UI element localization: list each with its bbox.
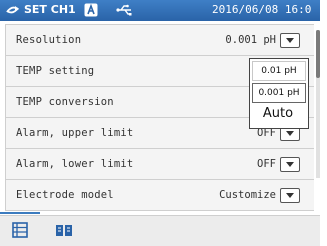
resolution-dropdown-menu: 0.01 pH 0.001 pH Auto xyxy=(249,58,309,129)
setting-value: Customize xyxy=(219,189,276,201)
list-menu-icon[interactable] xyxy=(12,222,28,238)
dropdown-button[interactable] xyxy=(280,33,300,48)
dropdown-option-selected[interactable]: 0.001 pH xyxy=(252,83,306,103)
callout-line xyxy=(0,212,40,214)
usb-icon xyxy=(116,4,132,16)
scrollbar-thumb[interactable] xyxy=(316,30,320,78)
setting-value: OFF xyxy=(257,158,276,170)
back-arrows-icon[interactable] xyxy=(4,3,21,17)
setting-label: Resolution xyxy=(16,34,82,46)
header-bar: SET CH1 2016/06/08 16:0 xyxy=(0,0,320,21)
scrollbar[interactable] xyxy=(316,30,320,178)
datetime-display: 2016/06/08 16:0 xyxy=(212,3,312,16)
setting-row-electrode-model[interactable]: Electrode model Customize xyxy=(6,180,314,211)
setting-label: Alarm, upper limit xyxy=(16,127,134,139)
auto-mode-icon xyxy=(84,3,98,17)
setting-row-resolution[interactable]: Resolution 0.001 pH xyxy=(6,25,314,56)
dropdown-option[interactable]: Auto xyxy=(252,105,304,123)
setting-value: 0.001 pH xyxy=(225,34,276,46)
screen-title: SET CH1 xyxy=(24,3,76,16)
dropdown-button[interactable] xyxy=(280,157,300,172)
settings-screen: SET CH1 2016/06/08 16:0 Resolution 0.001… xyxy=(0,0,320,246)
setting-row-alarm-lower[interactable]: Alarm, lower limit OFF xyxy=(6,149,314,180)
setting-label: TEMP setting xyxy=(16,65,95,77)
setting-label: Alarm, lower limit xyxy=(16,158,134,170)
setting-label: TEMP conversion xyxy=(16,96,114,108)
dropdown-option[interactable]: 0.01 pH xyxy=(252,61,306,81)
footer-bar xyxy=(0,215,320,246)
setting-label: Electrode model xyxy=(16,189,114,201)
book-icon[interactable] xyxy=(55,222,73,238)
dropdown-button[interactable] xyxy=(280,188,300,203)
